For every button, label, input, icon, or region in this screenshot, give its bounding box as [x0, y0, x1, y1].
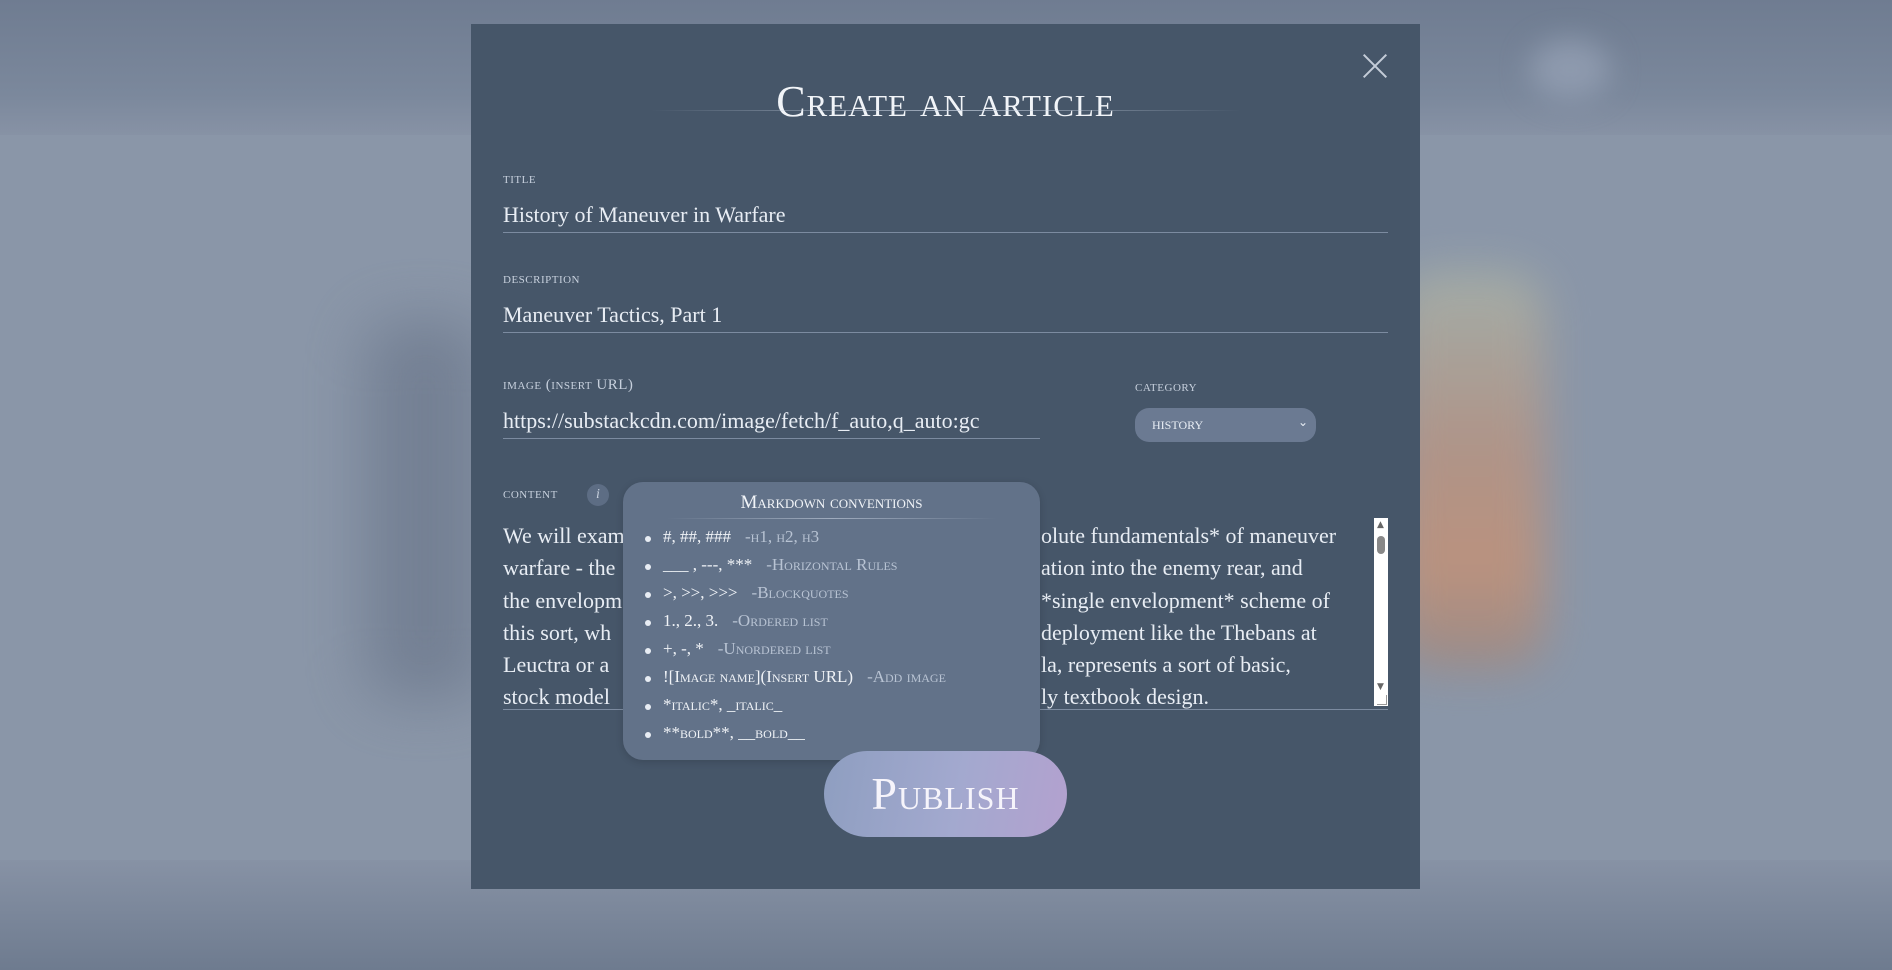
content-label: content	[503, 486, 558, 502]
category-select[interactable]: history ⌄	[1135, 408, 1316, 442]
category-value: history	[1152, 414, 1204, 433]
description-field[interactable]: Maneuver Tactics, Part 1	[503, 302, 1388, 333]
scroll-up-icon[interactable]: ▲	[1377, 520, 1384, 530]
publish-button[interactable]: Publish	[824, 751, 1067, 837]
description-label: description	[503, 271, 581, 287]
markdown-syntax: >, >>, >>>	[663, 583, 738, 602]
markdown-description: -Ordered list	[732, 611, 828, 630]
close-icon[interactable]	[1360, 50, 1390, 80]
list-item: *italic*, _italic_	[643, 695, 1040, 723]
scroll-thumb[interactable]	[1377, 536, 1385, 554]
markdown-syntax: ![Image name](Insert URL)	[663, 667, 854, 686]
content-line: *single envelopment* scheme of	[1041, 587, 1330, 613]
resize-handle[interactable]	[1377, 695, 1387, 705]
markdown-description: -Blockquotes	[751, 583, 849, 602]
content-scrollbar[interactable]: ▲ ▼	[1374, 518, 1388, 706]
image-url-field[interactable]: https://substackcdn.com/image/fetch/f_au…	[503, 408, 1040, 439]
list-item: #, ##, ### -h1, h2, h3	[643, 527, 1040, 555]
list-item: 1., 2., 3. -Ordered list	[643, 611, 1040, 639]
list-item: **bold**, __bold__	[643, 723, 1040, 751]
content-line: olute fundamentals* of maneuver	[1041, 523, 1337, 548]
markdown-tooltip: Markdown conventions #, ##, ### -h1, h2, …	[623, 482, 1040, 760]
content-line: la, represents a sort of basic,	[1041, 652, 1291, 678]
list-item: >, >>, >>> -Blockquotes	[643, 583, 1040, 611]
markdown-syntax: *italic*, _italic_	[663, 695, 783, 714]
markdown-list: #, ##, ### -h1, h2, h3 ___ , ---, *** -Hor…	[623, 527, 1040, 751]
background-avatar	[1530, 40, 1610, 100]
content-line: deployment like the Thebans at	[1041, 619, 1317, 645]
markdown-syntax: **bold**, __bold__	[663, 723, 805, 742]
title-field[interactable]: History of Maneuver in Warfare	[503, 202, 1388, 233]
list-item: ![Image name](Insert URL) -Add image	[643, 667, 1040, 695]
markdown-description: -h1, h2, h3	[745, 527, 820, 546]
scroll-down-icon[interactable]: ▼	[1377, 682, 1384, 692]
markdown-description: -Unordered list	[717, 639, 831, 658]
image-label: image (insert URL)	[503, 377, 634, 393]
info-icon[interactable]: i	[587, 484, 609, 506]
tooltip-title: Markdown conventions	[740, 492, 923, 513]
create-article-modal: Create an article title History of Maneu…	[471, 24, 1420, 889]
markdown-description: -Add image	[867, 667, 946, 686]
tooltip-divider	[666, 518, 997, 519]
markdown-description: -Horizontal Rules	[766, 555, 898, 574]
content-line: ly textbook design.	[1041, 684, 1210, 710]
markdown-syntax: ___ , ---, ***	[663, 555, 753, 574]
title-divider	[651, 110, 1241, 111]
list-item: +, -, * -Unordered list	[643, 639, 1040, 667]
chevron-down-icon: ⌄	[1297, 415, 1308, 429]
list-item: ___ , ---, *** -Horizontal Rules	[643, 555, 1040, 583]
markdown-syntax: 1., 2., 3.	[663, 611, 719, 630]
background-shape	[365, 320, 485, 700]
category-label: category	[1135, 379, 1198, 395]
title-label: title	[503, 171, 537, 187]
markdown-syntax: +, -, *	[663, 639, 704, 658]
markdown-syntax: #, ##, ###	[663, 527, 731, 546]
modal-title: Create an article	[776, 77, 1115, 126]
content-line: ation into the enemy rear, and	[1041, 555, 1303, 581]
